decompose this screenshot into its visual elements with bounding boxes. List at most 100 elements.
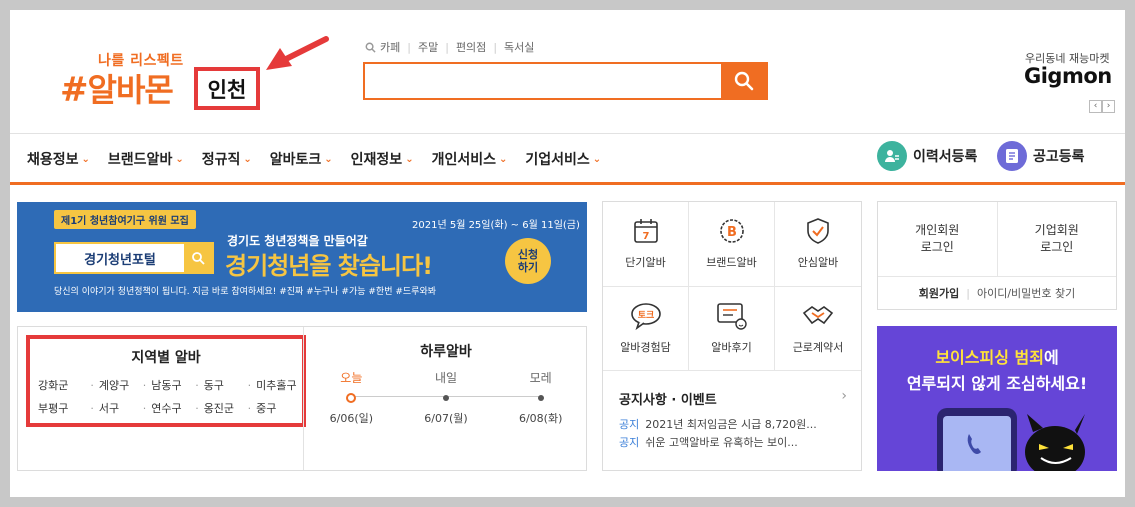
service-safe[interactable]: 안심알바: [775, 202, 861, 287]
service-short-term[interactable]: 7 단기알바: [603, 202, 689, 287]
day-date: 6/07(월): [424, 412, 468, 425]
timeline-dot: [443, 395, 449, 401]
albamon-logo[interactable]: #알바몬: [60, 65, 174, 111]
quick-link-convenience[interactable]: 편의점: [456, 39, 486, 55]
banner-date: 2021년 5월 25일(화) ~ 6월 11일(금): [412, 220, 580, 231]
find-account-link[interactable]: 아이디/비밀번호 찾기: [977, 285, 1075, 301]
day-today[interactable]: 오늘 6/06(일): [304, 369, 399, 426]
region-link[interactable]: 중구: [248, 400, 300, 416]
nav-label: 개인서비스: [431, 152, 496, 168]
resume-icon: [877, 141, 907, 171]
nav-fulltime[interactable]: 정규직 ⌄: [202, 149, 252, 169]
prev-button[interactable]: ‹: [1089, 100, 1102, 113]
logo-text: 알바몬: [87, 71, 174, 109]
brand-letter: B: [727, 225, 737, 240]
day-after-tomorrow[interactable]: 모레 6/08(화): [493, 369, 588, 426]
notice-text: 2021년 최저임금은 시급 8,720원...: [645, 418, 817, 431]
banner-title: 경기청년을 찾습니다!: [225, 252, 433, 280]
banner-tag: 제1기 청년참여기구 위원 모집: [54, 210, 196, 229]
timeline-dot: [346, 393, 357, 403]
chevron-down-icon: ⌄: [81, 153, 90, 165]
region-link[interactable]: 남동구: [143, 377, 195, 393]
search-button[interactable]: [721, 64, 766, 98]
region-link[interactable]: 미추홀구: [248, 377, 300, 393]
promo-text: 에: [1043, 348, 1059, 367]
nav-talk[interactable]: 알바토크 ⌄: [270, 149, 333, 169]
day-date: 6/08(화): [518, 412, 563, 425]
talk-text: 토크: [637, 310, 654, 321]
nav-brand[interactable]: 브랜드알바 ⌄: [108, 149, 184, 169]
notice-item[interactable]: 공지 2021년 최저임금은 시급 8,720원...: [619, 416, 817, 434]
chevron-down-icon: ⌄: [405, 153, 414, 165]
promo-banner[interactable]: 제1기 청년참여기구 위원 모집 경기청년포털 2021년 5월 25일(화) …: [17, 202, 587, 312]
resume-register-button[interactable]: 이력서등록: [877, 141, 977, 171]
quick-links: 카페 | 주말 | 편의점 | 독서실: [365, 39, 534, 55]
nav-label: 기업서비스: [525, 152, 590, 168]
review-icon: [716, 303, 747, 330]
login-box: 개인회원 로그인 기업회원 로그인 회원가입 | 아이디/비밀번호 찾기: [877, 201, 1117, 310]
job-post-label: 공고등록: [1033, 149, 1085, 165]
quick-link-cafe[interactable]: 카페: [380, 39, 400, 55]
quick-link-study-room[interactable]: 독서실: [504, 39, 534, 55]
nav-talent[interactable]: 인재정보 ⌄: [351, 149, 414, 169]
personal-login-button[interactable]: 개인회원 로그인: [878, 202, 997, 276]
next-button[interactable]: ›: [1102, 100, 1115, 113]
banner-apply-button[interactable]: 신청 하기: [505, 238, 551, 284]
region-label: 인천: [194, 67, 260, 110]
region-link[interactable]: 계양구: [90, 377, 142, 393]
notice-tag: 공지: [619, 418, 640, 431]
service-contract[interactable]: 근로계약서: [775, 287, 861, 371]
region-link[interactable]: 연수구: [143, 400, 195, 416]
nav-personal[interactable]: 개인서비스 ⌄: [432, 149, 508, 169]
notice-title[interactable]: 공지사항 · 이벤트: [619, 389, 717, 408]
chevron-right-icon[interactable]: ›: [841, 388, 847, 404]
service-box: 7 단기알바 B 브랜드알바 안심알바 토크 알바경험담 알바후기 근로계약서 …: [602, 201, 862, 471]
search-bar: [363, 62, 768, 100]
post-icon: [997, 141, 1027, 171]
notice-tag: 공지: [619, 436, 640, 449]
resume-register-label: 이력서등록: [913, 149, 978, 165]
divider: |: [445, 40, 449, 54]
login-label: 개인회원: [915, 223, 960, 237]
annotation-arrow-icon: [266, 36, 329, 70]
region-link[interactable]: 옹진군: [195, 400, 247, 416]
service-label: 알바후기: [711, 341, 752, 354]
service-brand[interactable]: B 브랜드알바: [689, 202, 775, 287]
calendar-icon: 7: [633, 219, 658, 243]
region-section: 지역별 알바 강화군 계양구 남동구 동구 미추홀구 부평구 서구 연수구 옹진…: [26, 335, 306, 427]
day-tomorrow[interactable]: 내일 6/07(월): [399, 369, 494, 426]
day-label: 내일: [434, 371, 458, 385]
shield-icon: [807, 218, 829, 244]
timeline-dot: [537, 395, 544, 401]
company-login-button[interactable]: 기업회원 로그인: [996, 202, 1117, 276]
job-post-button[interactable]: 공고등록: [997, 141, 1085, 171]
service-review[interactable]: 알바후기: [689, 287, 775, 371]
service-grid: 7 단기알바 B 브랜드알바 안심알바 토크 알바경험담 알바후기 근로계약서: [603, 202, 861, 371]
voice-phishing-banner[interactable]: 보이스피싱 범죄에 연루되지 않게 조심하세요!: [877, 326, 1117, 471]
phone-devil-illustration-icon: [937, 408, 1085, 471]
region-link[interactable]: 부평구: [38, 400, 90, 416]
region-title: 지역별 알바: [131, 350, 201, 366]
gigmon-logo[interactable]: Gigmon: [1024, 64, 1112, 88]
region-link[interactable]: 동구: [195, 377, 247, 393]
nav-label: 알바토크: [269, 152, 322, 168]
banner-caption: 당신의 이야기가 청년정책이 됩니다. 지금 바로 참여하세요! #진짜 #누구…: [54, 287, 437, 297]
login-options: 개인회원 로그인 기업회원 로그인: [878, 202, 1116, 277]
nav-company[interactable]: 기업서비스 ⌄: [525, 149, 601, 169]
nav-jobs[interactable]: 채용정보 ⌄: [27, 149, 90, 169]
notice-item[interactable]: 공지 쉬운 고액알바로 유혹하는 보이...: [619, 434, 817, 452]
search-input[interactable]: [365, 64, 721, 98]
region-link[interactable]: 서구: [90, 400, 142, 416]
talk-bubble-icon: 토크: [630, 303, 661, 331]
nav-label: 정규직: [201, 152, 241, 168]
join-link[interactable]: 회원가입: [919, 285, 959, 301]
quick-link-weekend[interactable]: 주말: [418, 39, 438, 55]
divider: |: [407, 40, 411, 54]
service-label: 단기알바: [625, 256, 666, 269]
service-experience[interactable]: 토크 알바경험담: [603, 287, 689, 371]
nav-label: 인재정보: [350, 152, 403, 168]
region-link[interactable]: 강화군: [38, 377, 90, 393]
nav-label: 브랜드알바: [107, 152, 173, 168]
day-label: 모레: [529, 371, 552, 385]
apply-label: 하기: [517, 261, 539, 274]
